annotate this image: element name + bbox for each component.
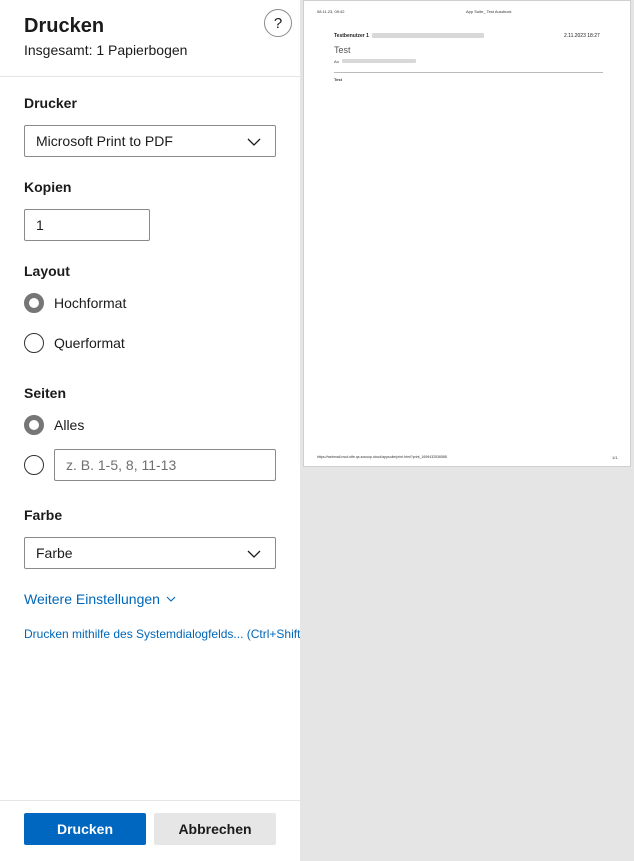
chevron-down-icon: [247, 138, 261, 146]
printer-label: Drucker: [24, 95, 77, 111]
pages-all-option[interactable]: Alles: [24, 415, 84, 435]
preview-page: 08.11.23, 09:42 App Suite_ Test Ausdruck…: [303, 0, 631, 467]
preview-page-number: 1/1: [612, 455, 618, 460]
footer-divider: [0, 800, 300, 801]
portrait-radio[interactable]: [24, 293, 44, 313]
preview-sender: Testbenutzer 1: [334, 33, 369, 39]
layout-portrait-option[interactable]: Hochformat: [24, 293, 126, 313]
pages-all-radio[interactable]: [24, 415, 44, 435]
print-button[interactable]: Drucken: [24, 813, 146, 845]
sheet-count: Insgesamt: 1 Papierbogen: [24, 42, 188, 58]
preview-header-date: 08.11.23, 09:42: [317, 9, 345, 14]
copies-label: Kopien: [24, 179, 72, 195]
dialog-title: Drucken: [24, 15, 105, 37]
pages-range-radio[interactable]: [24, 455, 44, 475]
system-dialog-link[interactable]: Drucken mithilfe des Systemdialogfelds..…: [24, 627, 300, 641]
preview-area: 08.11.23, 09:42 App Suite_ Test Ausdruck…: [300, 0, 634, 861]
layout-landscape-option[interactable]: Querformat: [24, 333, 125, 353]
preview-subject: Test: [334, 45, 351, 55]
preview-to-label: An: [334, 59, 339, 64]
header-divider: [0, 76, 300, 77]
preview-footer-url: https://webmail-mod.stfe.qs.sousop.cloud…: [317, 455, 447, 459]
print-dialog: Drucken Insgesamt: 1 Papierbogen ? Druck…: [0, 0, 634, 861]
redacted-recipient: [342, 59, 416, 63]
preview-body: Test: [334, 77, 342, 82]
printer-select[interactable]: Microsoft Print to PDF: [24, 125, 276, 157]
color-label: Farbe: [24, 507, 63, 523]
printer-selected-value: Microsoft Print to PDF: [36, 133, 173, 149]
preview-header-title: App Suite_ Test Ausdruck: [466, 9, 512, 14]
more-settings-link[interactable]: Weitere Einstellungen: [24, 591, 176, 607]
cancel-button[interactable]: Abbrechen: [154, 813, 276, 845]
portrait-label: Hochformat: [54, 295, 127, 311]
chevron-down-icon: [247, 550, 261, 558]
more-settings-label: Weitere Einstellungen: [24, 591, 160, 607]
color-select[interactable]: Farbe: [24, 537, 276, 569]
settings-panel: Drucken Insgesamt: 1 Papierbogen ? Druck…: [0, 0, 300, 861]
landscape-radio[interactable]: [24, 333, 44, 353]
preview-separator: [334, 72, 603, 73]
redacted-sender-address: [372, 33, 484, 38]
page-range-input[interactable]: [54, 449, 276, 481]
copies-input[interactable]: [24, 209, 150, 241]
landscape-label: Querformat: [54, 335, 125, 351]
pages-range-option[interactable]: [24, 455, 44, 475]
pages-all-label: Alles: [54, 417, 85, 433]
pages-label: Seiten: [24, 385, 67, 401]
chevron-down-icon: [166, 596, 176, 602]
preview-date: 2.11.2023 18:27: [564, 33, 600, 39]
help-icon: ?: [273, 14, 283, 32]
layout-label: Layout: [24, 263, 70, 279]
help-button[interactable]: ?: [264, 9, 292, 37]
color-selected-value: Farbe: [36, 545, 73, 561]
